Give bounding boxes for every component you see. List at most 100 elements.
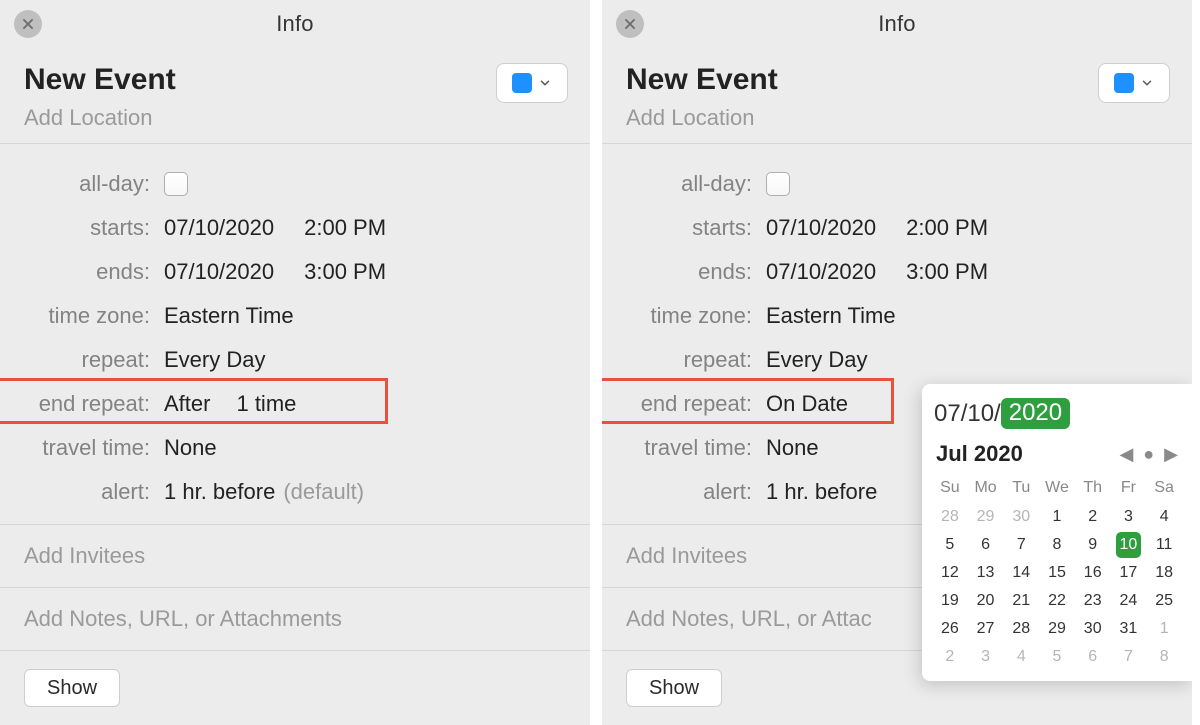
date-picker-day[interactable]: 18 <box>1146 559 1182 587</box>
date-picker-day[interactable]: 11 <box>1146 531 1182 559</box>
end-repeat-count-field[interactable]: 1 time <box>236 391 296 417</box>
date-picker-day[interactable]: 7 <box>1111 643 1147 671</box>
ends-date-field[interactable]: 07/10/2020 <box>164 259 274 285</box>
event-info-panel-right: Info New Event Add Location all-day: sta… <box>602 0 1192 725</box>
date-picker-day[interactable]: 8 <box>1039 531 1075 559</box>
date-picker-day[interactable]: 1 <box>1039 503 1075 531</box>
panel-title: Info <box>276 11 314 37</box>
date-picker-grid: SuMoTuWeThFrSa28293012345678910111213141… <box>922 475 1192 671</box>
date-picker-day[interactable]: 30 <box>1003 503 1039 531</box>
date-picker-day[interactable]: 16 <box>1075 559 1111 587</box>
date-picker-day[interactable]: 21 <box>1003 587 1039 615</box>
location-input[interactable]: Add Location <box>24 105 566 131</box>
ends-row: ends: 07/10/2020 3:00 PM <box>626 250 1168 294</box>
location-input[interactable]: Add Location <box>626 105 1168 131</box>
calendar-color-dropdown[interactable] <box>1098 63 1170 103</box>
starts-time-field[interactable]: 2:00 PM <box>906 215 988 241</box>
date-picker-day[interactable]: 25 <box>1146 587 1182 615</box>
date-picker-day[interactable]: 26 <box>932 615 968 643</box>
date-picker-day[interactable]: 15 <box>1039 559 1075 587</box>
notes-input[interactable]: Add Notes, URL, or Attachments <box>0 588 590 651</box>
repeat-select[interactable]: Every Day <box>766 347 867 373</box>
date-input-field[interactable]: 07/10/2020 <box>922 384 1192 439</box>
event-title-block: New Event Add Location <box>602 47 1192 144</box>
date-picker-day[interactable]: 19 <box>932 587 968 615</box>
color-swatch-icon <box>1114 73 1134 93</box>
next-month-button[interactable]: ▶ <box>1164 445 1178 463</box>
show-button[interactable]: Show <box>24 669 120 707</box>
starts-label: starts: <box>24 215 164 241</box>
alert-select[interactable]: 1 hr. before <box>164 479 275 505</box>
date-picker-day[interactable]: 29 <box>968 503 1004 531</box>
calendar-color-dropdown[interactable] <box>496 63 568 103</box>
date-picker-day[interactable]: 22 <box>1039 587 1075 615</box>
date-picker-day[interactable]: 13 <box>968 559 1004 587</box>
end-repeat-mode-select[interactable]: On Date <box>766 391 848 417</box>
ends-date-field[interactable]: 07/10/2020 <box>766 259 876 285</box>
panel-header: Info <box>0 0 590 47</box>
travel-time-label: travel time: <box>626 435 766 461</box>
end-repeat-mode-select[interactable]: After <box>164 391 210 417</box>
date-picker-day[interactable]: 17 <box>1111 559 1147 587</box>
date-picker-day[interactable]: 7 <box>1003 531 1039 559</box>
repeat-select[interactable]: Every Day <box>164 347 265 373</box>
event-title-block: New Event Add Location <box>0 47 590 144</box>
starts-time-field[interactable]: 2:00 PM <box>304 215 386 241</box>
timezone-select[interactable]: Eastern Time <box>766 303 896 329</box>
date-picker-day[interactable]: 29 <box>1039 615 1075 643</box>
date-picker-day[interactable]: 12 <box>932 559 968 587</box>
prev-month-button[interactable]: ◀ <box>1119 445 1133 463</box>
date-picker-day[interactable]: 20 <box>968 587 1004 615</box>
alert-select[interactable]: 1 hr. before <box>766 479 877 505</box>
date-picker-day[interactable]: 28 <box>1003 615 1039 643</box>
date-picker-day[interactable]: 28 <box>932 503 968 531</box>
date-picker-day[interactable]: 14 <box>1003 559 1039 587</box>
event-title-input[interactable]: New Event <box>626 63 1168 97</box>
date-picker-day[interactable]: 1 <box>1146 615 1182 643</box>
date-picker-day[interactable]: 2 <box>1075 503 1111 531</box>
date-picker-day[interactable]: 2 <box>932 643 968 671</box>
date-picker-day[interactable]: 5 <box>1039 643 1075 671</box>
date-picker-day[interactable]: 4 <box>1003 643 1039 671</box>
ends-label: ends: <box>24 259 164 285</box>
close-button[interactable] <box>14 10 42 38</box>
event-title-input[interactable]: New Event <box>24 63 566 97</box>
date-picker-day[interactable]: 3 <box>968 643 1004 671</box>
today-button[interactable]: ● <box>1143 445 1154 463</box>
date-picker-dow: Su <box>932 475 968 503</box>
starts-label: starts: <box>626 215 766 241</box>
date-picker-day[interactable]: 6 <box>1075 643 1111 671</box>
alert-row: alert: 1 hr. before (default) <box>24 470 566 514</box>
date-picker-day[interactable]: 8 <box>1146 643 1182 671</box>
ends-label: ends: <box>626 259 766 285</box>
date-picker-day[interactable]: 9 <box>1075 531 1111 559</box>
starts-date-field[interactable]: 07/10/2020 <box>766 215 876 241</box>
invitees-input[interactable]: Add Invitees <box>0 525 590 588</box>
date-picker-day[interactable]: 27 <box>968 615 1004 643</box>
date-picker-day[interactable]: 4 <box>1146 503 1182 531</box>
date-picker-dow: We <box>1039 475 1075 503</box>
date-picker-day[interactable]: 24 <box>1111 587 1147 615</box>
date-picker-day[interactable]: 30 <box>1075 615 1111 643</box>
date-picker-day[interactable]: 31 <box>1111 615 1147 643</box>
timezone-label: time zone: <box>626 303 766 329</box>
all-day-checkbox[interactable] <box>164 172 188 196</box>
travel-time-select[interactable]: None <box>766 435 819 461</box>
date-picker-day[interactable]: 3 <box>1111 503 1147 531</box>
timezone-select[interactable]: Eastern Time <box>164 303 294 329</box>
starts-row: starts: 07/10/2020 2:00 PM <box>626 206 1168 250</box>
close-button[interactable] <box>616 10 644 38</box>
date-picker-day[interactable]: 5 <box>932 531 968 559</box>
date-picker-dow: Fr <box>1111 475 1147 503</box>
ends-time-field[interactable]: 3:00 PM <box>906 259 988 285</box>
all-day-checkbox[interactable] <box>766 172 790 196</box>
date-picker-day[interactable]: 6 <box>968 531 1004 559</box>
end-repeat-row: end repeat: After 1 time <box>24 382 566 426</box>
panel-header: Info <box>602 0 1192 47</box>
date-picker-day[interactable]: 10 <box>1111 531 1147 559</box>
ends-time-field[interactable]: 3:00 PM <box>304 259 386 285</box>
starts-date-field[interactable]: 07/10/2020 <box>164 215 274 241</box>
date-picker-day[interactable]: 23 <box>1075 587 1111 615</box>
show-button[interactable]: Show <box>626 669 722 707</box>
travel-time-select[interactable]: None <box>164 435 217 461</box>
